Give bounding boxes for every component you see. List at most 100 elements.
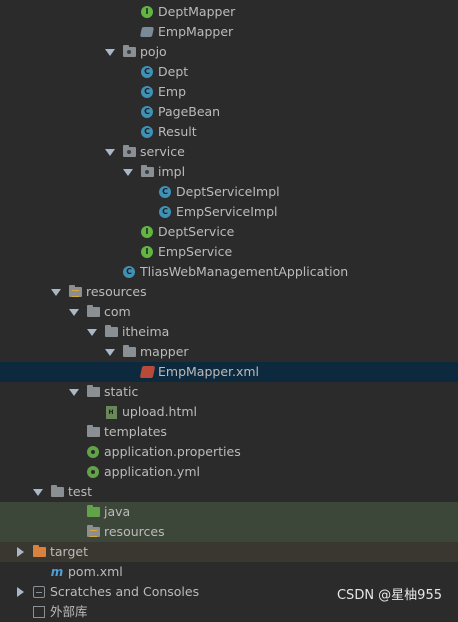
package-icon: [140, 165, 154, 179]
tree-row[interactable]: I DeptService: [0, 222, 458, 242]
tree-row-label: Result: [158, 124, 197, 139]
tree-row[interactable]: C Emp: [0, 82, 458, 102]
tree-row[interactable]: mapper: [0, 342, 458, 362]
class-icon: C: [140, 125, 154, 139]
tree-row[interactable]: C PageBean: [0, 102, 458, 122]
class-icon: C: [140, 85, 154, 99]
xml-file-icon: [139, 365, 155, 379]
tree-row[interactable]: C DeptServiceImpl: [0, 182, 458, 202]
tree-row-label: EmpService: [158, 244, 233, 259]
scratches-icon: [32, 585, 46, 599]
chevron-down-icon[interactable]: [68, 302, 80, 322]
tree-row-label: resources: [104, 524, 165, 539]
chevron-down-icon[interactable]: [104, 42, 116, 62]
tree-row-label: Dept: [158, 64, 189, 79]
tree-row[interactable]: C Result: [0, 122, 458, 142]
tree-row[interactable]: Hupload.html: [0, 402, 458, 422]
tree-row[interactable]: EmpMapper.xml: [0, 362, 458, 382]
spring-config-icon: [86, 445, 100, 459]
tree-row-label: java: [104, 504, 131, 519]
project-tree: I DeptMapper EmpMapper pojo C Dept C Emp C PageBe…: [0, 2, 458, 622]
chevron-right-icon[interactable]: [14, 542, 26, 562]
tree-row-label: EmpMapper.xml: [158, 364, 260, 379]
tree-row-label: DeptServiceImpl: [176, 184, 280, 199]
tree-row[interactable]: pojo: [0, 42, 458, 62]
tree-row-label: impl: [158, 164, 186, 179]
tree-row[interactable]: impl: [0, 162, 458, 182]
chevron-right-icon[interactable]: [14, 582, 26, 602]
tree-row[interactable]: 外部库: [0, 602, 458, 622]
tree-row[interactable]: EmpMapper: [0, 22, 458, 42]
tree-row-label: target: [50, 544, 89, 559]
chevron-down-icon[interactable]: [104, 142, 116, 162]
tree-row-label: com: [104, 304, 131, 319]
mybatis-mapper-icon: [139, 25, 155, 39]
tree-row[interactable]: com: [0, 302, 458, 322]
tree-row[interactable]: application.properties: [0, 442, 458, 462]
tree-row[interactable]: I EmpService: [0, 242, 458, 262]
package-icon: [122, 145, 136, 159]
spring-boot-app-icon: C: [122, 265, 136, 279]
chevron-down-icon[interactable]: [50, 282, 62, 302]
tree-row-label: DeptMapper: [158, 4, 236, 19]
tree-row-label: TliasWebManagementApplication: [140, 264, 349, 279]
folder-icon: [86, 305, 100, 319]
tree-row-label: pojo: [140, 44, 167, 59]
interface-icon: I: [140, 5, 154, 19]
html-file-icon: H: [104, 405, 118, 419]
class-icon: C: [158, 205, 172, 219]
test-sources-folder-icon: [86, 505, 100, 519]
interface-icon: I: [140, 225, 154, 239]
tree-row[interactable]: static: [0, 382, 458, 402]
tree-row-label: templates: [104, 424, 167, 439]
tree-row[interactable]: application.yml: [0, 462, 458, 482]
folder-icon: [50, 485, 64, 499]
tree-row-label: application.yml: [104, 464, 200, 479]
chevron-down-icon[interactable]: [104, 342, 116, 362]
tree-row[interactable]: target: [0, 542, 458, 562]
folder-icon: [104, 325, 118, 339]
tree-row-label: 外部库: [50, 604, 88, 619]
tree-row[interactable]: C EmpServiceImpl: [0, 202, 458, 222]
spring-config-icon: [86, 465, 100, 479]
tree-row[interactable]: test: [0, 482, 458, 502]
folder-icon: [86, 425, 100, 439]
tree-row[interactable]: templates: [0, 422, 458, 442]
tree-row-label: mapper: [140, 344, 189, 359]
class-icon: C: [158, 185, 172, 199]
tree-row-label: EmpMapper: [158, 24, 234, 39]
tree-row[interactable]: resources: [0, 282, 458, 302]
chevron-down-icon[interactable]: [86, 322, 98, 342]
tree-row-label: application.properties: [104, 444, 241, 459]
watermark: CSDN @星柚955: [336, 588, 442, 603]
external-libraries-icon: [32, 605, 46, 619]
tree-row[interactable]: itheima: [0, 322, 458, 342]
tree-row[interactable]: service: [0, 142, 458, 162]
tree-row[interactable]: java: [0, 502, 458, 522]
package-icon: [122, 45, 136, 59]
tree-row[interactable]: I DeptMapper: [0, 2, 458, 22]
excluded-folder-icon: [32, 545, 46, 559]
resources-folder-icon: [68, 285, 82, 299]
chevron-down-icon[interactable]: [68, 382, 80, 402]
tree-row-label: test: [68, 484, 93, 499]
tree-row[interactable]: resources: [0, 522, 458, 542]
tree-row-label: Emp: [158, 84, 187, 99]
tree-row[interactable]: C Dept: [0, 62, 458, 82]
folder-icon: [122, 345, 136, 359]
interface-icon: I: [140, 245, 154, 259]
tree-row-label: pom.xml: [68, 564, 123, 579]
tree-row[interactable]: m pom.xml: [0, 562, 458, 582]
tree-row-label: static: [104, 384, 139, 399]
tree-row-label: service: [140, 144, 185, 159]
class-icon: C: [140, 65, 154, 79]
test-resources-folder-icon: [86, 525, 100, 539]
tree-row-label: DeptService: [158, 224, 235, 239]
chevron-down-icon[interactable]: [32, 482, 44, 502]
tree-row-label: resources: [86, 284, 147, 299]
tree-row-label: upload.html: [122, 404, 198, 419]
tree-row[interactable]: C TliasWebManagementApplication: [0, 262, 458, 282]
maven-icon: m: [50, 565, 64, 579]
chevron-down-icon[interactable]: [122, 162, 134, 182]
folder-icon: [86, 385, 100, 399]
